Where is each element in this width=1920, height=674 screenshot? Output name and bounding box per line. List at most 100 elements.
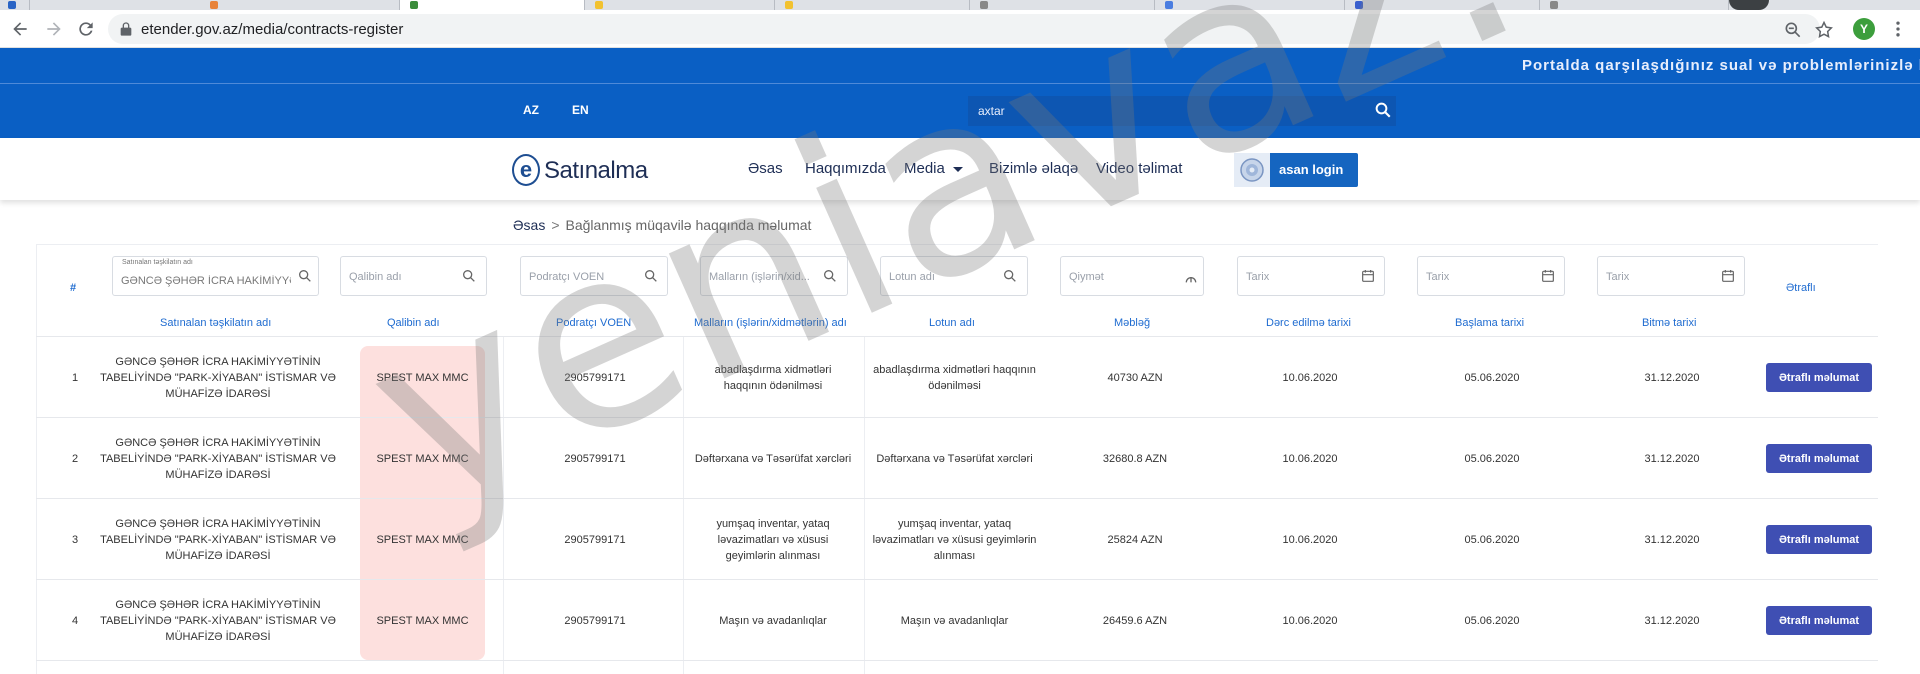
nav-about-link[interactable]: Haqqımızda [805, 160, 886, 177]
winner-cell: SPEST MAX MMC [376, 533, 469, 546]
lot-filter-input[interactable] [889, 270, 999, 284]
lang-az-link[interactable]: AZ [523, 103, 539, 117]
asan-login-button[interactable]: asan login [1234, 153, 1358, 187]
browser-tab[interactable] [775, 0, 970, 10]
nav-media-dropdown[interactable]: Media [904, 160, 963, 177]
calendar-icon[interactable] [1360, 268, 1376, 284]
column-header-org: Satınalan təşkilatın adı [160, 317, 272, 329]
calendar-icon[interactable] [1540, 268, 1556, 284]
start-cell: 05.06.2020 [1464, 452, 1520, 465]
browser-tab[interactable] [1540, 0, 1729, 10]
winner-filter-input[interactable] [349, 270, 459, 284]
lot-cell: abadlaşdırma xidmətləri haqqının ödənilm… [873, 363, 1036, 392]
voen-cell: 2905799171 [564, 533, 626, 546]
more-info-button[interactable]: Ətraflı məlumat [1766, 606, 1872, 635]
reload-icon[interactable] [74, 17, 98, 41]
org-filter-label: Satınalan təşkilatın adı [122, 259, 193, 266]
nav-home-link[interactable]: Əsas [748, 160, 783, 177]
column-header-goods: Malların (işlərin/xidmətlərin) adı [694, 317, 847, 329]
favicon-icon [785, 1, 793, 9]
address-bar[interactable]: etender.gov.az/media/contracts-register [108, 14, 1833, 44]
caret-down-icon [952, 166, 963, 172]
amount-cell: 25824 AZN [1107, 533, 1163, 546]
more-info-button[interactable]: Ətraflı məlumat [1766, 525, 1872, 554]
amount-cell: 26459.6 AZN [1102, 614, 1168, 627]
site-notice-bar: Portalda qarşılaşdığınız sual və problem… [0, 48, 1920, 83]
price-filter [1060, 256, 1204, 296]
nav-contact-link[interactable]: Bizimlə əlaqə [989, 160, 1078, 177]
org-filter-input[interactable] [121, 274, 291, 288]
org-cell: GƏNCƏ ŞƏHƏR İCRA HAKİMİYYƏTİNİN TABELİYİ… [100, 598, 336, 643]
logo-e-icon: e [512, 154, 540, 186]
breadcrumb: Əsas > Bağlanmış müqavilə haqqında məlumat [513, 217, 811, 233]
column-header-end: Bitmə tarixi [1642, 317, 1697, 329]
end-cell: 31.12.2020 [1644, 533, 1700, 546]
browser-tab-active[interactable] [400, 0, 585, 10]
search-icon[interactable] [822, 268, 838, 284]
favicon-icon [1355, 1, 1363, 9]
breadcrumb-separator: > [551, 217, 560, 233]
browser-profile-tab[interactable] [1729, 0, 1769, 10]
favicon-icon [595, 1, 603, 9]
kebab-menu-icon[interactable] [1888, 19, 1908, 39]
goods-filter-input[interactable] [709, 270, 821, 284]
lang-en-link[interactable]: EN [572, 103, 589, 117]
amount-cell: 32680.8 AZN [1102, 452, 1168, 465]
more-info-button[interactable]: Ətraflı məlumat [1766, 363, 1872, 392]
search-icon[interactable] [461, 268, 477, 284]
search-icon[interactable] [643, 268, 659, 284]
back-arrow-icon[interactable] [8, 17, 32, 41]
favicon-icon [210, 1, 218, 9]
lot-filter [880, 256, 1028, 296]
browser-tab[interactable] [0, 0, 30, 10]
published-cell: 10.06.2020 [1282, 614, 1338, 627]
column-header-winner: Qalibin adı [387, 317, 440, 329]
search-icon[interactable] [1374, 101, 1392, 119]
search-icon[interactable] [1002, 268, 1018, 284]
lock-icon [118, 21, 134, 37]
nav-video-link[interactable]: Video təlimat [1096, 160, 1182, 177]
column-header-published: Dərc edilmə tarixi [1266, 317, 1351, 329]
browser-tab[interactable] [1345, 0, 1540, 10]
price-filter-input[interactable] [1069, 270, 1169, 284]
calendar-icon[interactable] [1720, 268, 1736, 284]
site-notice-text[interactable]: Portalda qarşılaşdığınız sual və problem… [1522, 57, 1920, 74]
zoom-icon[interactable] [1783, 20, 1803, 40]
row-number-header: # [70, 282, 77, 294]
browser-tab[interactable] [200, 0, 400, 10]
more-info-button[interactable]: Ətraflı məlumat [1766, 444, 1872, 473]
column-header-amount: Məbləğ [1114, 317, 1151, 329]
voen-cell: 2905799171 [564, 371, 626, 384]
voen-filter-input[interactable] [529, 270, 639, 284]
bookmark-star-icon[interactable] [1814, 20, 1834, 40]
published-date-input[interactable] [1246, 270, 1346, 284]
end-cell: 31.12.2020 [1644, 452, 1700, 465]
forward-arrow-icon[interactable] [42, 17, 66, 41]
published-cell: 10.06.2020 [1282, 533, 1338, 546]
end-date-input[interactable] [1606, 270, 1706, 284]
winner-cell: SPEST MAX MMC [376, 452, 469, 465]
row-number: 2 [71, 452, 79, 465]
main-navigation: e Satınalma Əsas Haqqımızda Media Biziml… [0, 138, 1920, 200]
start-date-filter [1417, 256, 1565, 296]
goods-cell: abadlaşdırma xidmətləri haqqının ödənilm… [714, 363, 832, 392]
site-logo[interactable]: e Satınalma [512, 154, 662, 188]
published-date-filter [1237, 256, 1385, 296]
profile-avatar[interactable]: Y [1853, 18, 1875, 40]
sort-arrow-icon[interactable] [1183, 271, 1199, 287]
browser-tab[interactable] [970, 0, 1155, 10]
end-cell: 31.12.2020 [1644, 614, 1700, 627]
browser-tab[interactable] [585, 0, 775, 10]
breadcrumb-home-link[interactable]: Əsas [513, 217, 545, 233]
browser-tab-strip [0, 0, 1920, 10]
goods-cell: Maşın və avadanlıqlar [719, 614, 827, 627]
browser-tab[interactable] [1155, 0, 1345, 10]
goods-cell: Dəftərxana və Təsərüfat xərcləri [694, 452, 852, 465]
amount-cell: 40730 AZN [1107, 371, 1163, 384]
nav-media-label: Media [904, 160, 945, 177]
start-date-input[interactable] [1426, 270, 1526, 284]
voen-filter [520, 256, 668, 296]
published-cell: 10.06.2020 [1282, 452, 1338, 465]
site-search-input[interactable] [978, 103, 1338, 119]
search-icon[interactable] [297, 268, 313, 284]
